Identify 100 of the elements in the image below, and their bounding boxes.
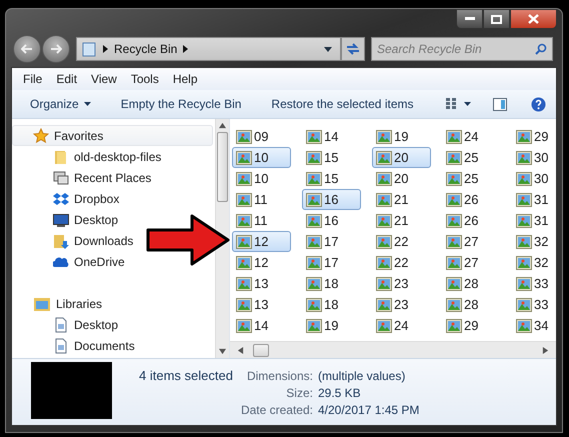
scrollbar[interactable]	[215, 119, 229, 358]
maximize-button[interactable]	[483, 9, 510, 29]
scroll-arrow-icon[interactable]	[542, 346, 549, 354]
image-file-icon	[236, 256, 252, 270]
image-item[interactable]: 12	[232, 231, 291, 252]
image-item[interactable]: 26	[442, 210, 501, 231]
image-item[interactable]: 31	[512, 189, 556, 210]
toolbar-button[interactable]: Empty the Recycle Bin	[112, 97, 250, 111]
navigation-group[interactable]: Favorites	[12, 125, 213, 146]
image-item[interactable]: 24	[372, 315, 431, 336]
image-item[interactable]: 12	[232, 252, 291, 273]
close-button[interactable]	[510, 9, 557, 29]
image-item[interactable]: 34	[512, 315, 556, 336]
image-item[interactable]: 25	[442, 168, 501, 189]
scroll-arrow-icon[interactable]	[237, 346, 244, 354]
image-item[interactable]: 27	[442, 231, 501, 252]
image-item[interactable]: 26	[442, 189, 501, 210]
navigation-item[interactable]: Desktop	[53, 314, 118, 335]
scrollbar-thumb[interactable]	[217, 132, 228, 202]
image-item[interactable]: 25	[442, 147, 501, 168]
image-item[interactable]: 22	[372, 252, 431, 273]
image-item[interactable]: 29	[442, 315, 501, 336]
image-item[interactable]: 30	[512, 168, 556, 189]
image-item[interactable]: 21	[372, 189, 431, 210]
image-file-icon	[446, 214, 462, 228]
image-item[interactable]: 23	[372, 294, 431, 315]
image-item[interactable]: 33	[512, 294, 556, 315]
image-item[interactable]: 32	[512, 252, 556, 273]
navigation-item[interactable]: Desktop	[53, 209, 118, 230]
image-file-icon	[376, 192, 392, 206]
menu-item[interactable]: Edit	[49, 72, 84, 86]
image-item[interactable]: 15	[302, 147, 361, 168]
scroll-arrow-icon[interactable]	[219, 348, 226, 355]
image-file-icon	[236, 318, 252, 332]
address-bar[interactable]: Recycle Bin	[76, 37, 341, 61]
image-item[interactable]: 29	[512, 126, 556, 147]
menu-item[interactable]: Tools	[124, 72, 166, 86]
forward-button[interactable]	[42, 35, 70, 63]
scroll-arrow-icon[interactable]	[219, 122, 226, 129]
image-item[interactable]: 14	[302, 126, 361, 147]
image-file-icon	[446, 276, 462, 290]
image-item[interactable]: 20	[372, 168, 431, 189]
selection-summary: 4 items selected	[139, 368, 233, 385]
image-file-icon	[516, 150, 532, 164]
image-item[interactable]: 10	[232, 168, 291, 189]
menu-item[interactable]: Help	[166, 72, 205, 86]
image-item[interactable]: 15	[302, 168, 361, 189]
navigation-item[interactable]: OneDrive	[53, 251, 125, 272]
image-item[interactable]: 16	[302, 189, 361, 210]
image-item[interactable]: 18	[302, 273, 361, 294]
image-file-icon	[236, 298, 252, 312]
image-item[interactable]: 28	[442, 273, 501, 294]
image-file-icon	[376, 172, 392, 186]
image-item[interactable]: 19	[372, 126, 431, 147]
menu-item[interactable]: File	[16, 72, 50, 86]
scrollbar-thumb[interactable]	[253, 344, 269, 356]
navigation-group[interactable]: Libraries	[12, 293, 213, 314]
image-item[interactable]: 33	[512, 273, 556, 294]
image-item[interactable]: 28	[442, 294, 501, 315]
image-item[interactable]: 30	[512, 147, 556, 168]
toolbar-button[interactable]: Organize	[22, 97, 99, 111]
scrollbar[interactable]	[230, 341, 556, 358]
image-file-icon	[236, 234, 252, 248]
navigation-item[interactable]: Dropbox	[53, 188, 120, 209]
image-item[interactable]: 11	[232, 210, 291, 231]
image-item[interactable]: 23	[372, 273, 431, 294]
image-item[interactable]: 09	[232, 126, 291, 147]
navigation-item[interactable]: Recent Places	[53, 167, 152, 188]
image-item[interactable]: 17	[302, 231, 361, 252]
image-item[interactable]: 32	[512, 231, 556, 252]
image-item[interactable]: 16	[302, 210, 361, 231]
image-item[interactable]: 14	[232, 315, 291, 336]
image-item[interactable]: 11	[232, 189, 291, 210]
minimize-button[interactable]	[456, 9, 483, 29]
image-file-icon	[306, 234, 322, 248]
menu-item[interactable]: View	[84, 72, 124, 86]
image-item[interactable]: 21	[372, 210, 431, 231]
image-file-icon	[516, 172, 532, 186]
refresh-button[interactable]	[341, 37, 365, 61]
image-item[interactable]: 27	[442, 252, 501, 273]
image-item[interactable]: 22	[372, 231, 431, 252]
toolbar-button[interactable]: Restore the selected items	[263, 97, 422, 111]
navigation-item[interactable]: old-desktop-files	[53, 146, 162, 167]
back-button[interactable]	[13, 35, 41, 63]
image-item[interactable]: 18	[302, 294, 361, 315]
image-item[interactable]: 19	[302, 315, 361, 336]
image-item[interactable]: 13	[232, 294, 291, 315]
dropdown-caret-icon[interactable]	[324, 46, 332, 52]
image-item[interactable]: 24	[442, 126, 501, 147]
image-file-icon	[306, 298, 322, 312]
search-field[interactable]: Search Recycle Bin	[371, 37, 553, 61]
image-item[interactable]: 20	[372, 147, 431, 168]
address-location[interactable]: Recycle Bin	[114, 42, 178, 56]
image-item[interactable]: 13	[232, 273, 291, 294]
image-item[interactable]: 10	[232, 147, 291, 168]
navigation-item[interactable]: Downloads	[53, 230, 134, 251]
image-item[interactable]: 31	[512, 210, 556, 231]
image-item[interactable]: 17	[302, 252, 361, 273]
navigation-item[interactable]: Documents	[53, 335, 135, 356]
image-file-icon	[306, 192, 322, 206]
